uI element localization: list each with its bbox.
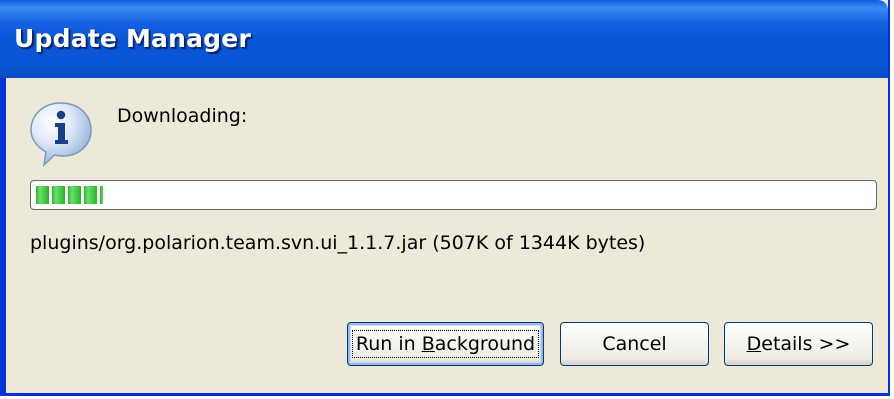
focus-ring: Run in Background [351,330,540,358]
progress-fill [36,186,103,204]
details-mnemonic: D [746,333,762,355]
download-progress-bar [30,180,877,210]
download-file-status: plugins/org.polarion.team.svn.ui_1.1.7.j… [30,232,646,254]
update-manager-dialog: Update Manager Downloading: plugins/org.… [0,0,890,396]
run-in-background-mnemonic: B [421,333,435,355]
run-in-background-button[interactable]: Run in Background [347,322,544,366]
run-in-background-label-suffix: ackground [434,333,536,355]
window-title: Update Manager [14,24,251,53]
cancel-button[interactable]: Cancel [560,322,709,366]
title-bar[interactable]: Update Manager [0,0,888,78]
info-icon [30,102,92,167]
run-in-background-label-prefix: Run in [355,333,422,355]
status-message: Downloading: [117,105,248,127]
details-button[interactable]: Details >> [724,322,873,366]
details-label-suffix: etails >> [761,333,851,355]
cancel-button-label: Cancel [602,333,667,355]
